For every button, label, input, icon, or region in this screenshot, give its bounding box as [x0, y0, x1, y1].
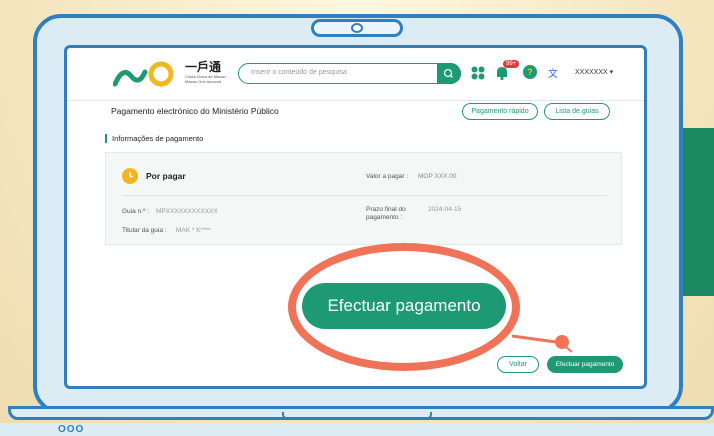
callout-connector — [511, 334, 573, 353]
callout-dot — [555, 335, 569, 349]
zoom-pay-button: Efectuar pagamento — [302, 283, 506, 329]
